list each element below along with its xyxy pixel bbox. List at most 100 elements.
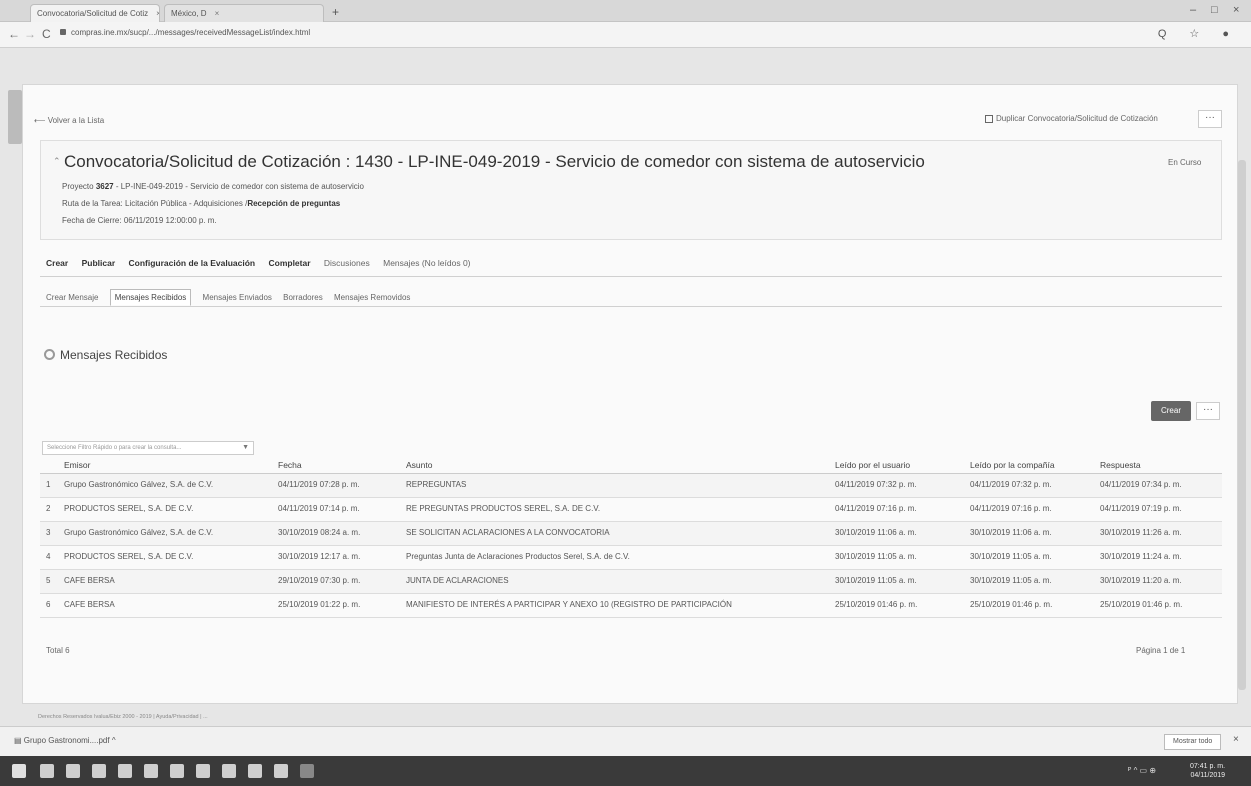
- close-date-label: Fecha de Cierre:: [62, 216, 122, 225]
- new-tab-button[interactable]: +: [332, 5, 339, 19]
- address-bar-icons[interactable]: Q ☆ ●: [1158, 27, 1239, 40]
- store-icon[interactable]: [144, 764, 158, 778]
- side-panel-handle[interactable]: [8, 90, 22, 144]
- chrome-icon[interactable]: [248, 764, 262, 778]
- maximize-button[interactable]: □: [1211, 4, 1218, 16]
- cell-emisor: PRODUCTOS SEREL, S.A. DE C.V.: [64, 552, 194, 561]
- column-header-leido-usuario[interactable]: Leído por el usuario: [835, 460, 910, 470]
- tab-mensajes[interactable]: Mensajes (No leídos 0): [383, 258, 470, 268]
- tab-close-icon[interactable]: ×: [156, 9, 159, 18]
- mail-icon[interactable]: [170, 764, 184, 778]
- messages-table: Emisor Fecha Asunto Leído por el usuario…: [40, 456, 1222, 618]
- cell-emisor: CAFE BERSA: [64, 576, 115, 585]
- route-value: Licitación Pública - Adquisiciones /: [125, 199, 248, 208]
- tab-configuracion-evaluacion[interactable]: Configuración de la Evaluación: [129, 258, 256, 268]
- project-label: Proyecto: [62, 182, 94, 191]
- reload-icon[interactable]: C: [42, 27, 51, 41]
- cell-asunto[interactable]: MANIFIESTO DE INTERÉS A PARTICIPAR Y ANE…: [406, 600, 732, 609]
- cell-leido-compania: 30/10/2019 11:05 a. m.: [970, 552, 1052, 561]
- cell-respuesta: 30/10/2019 11:24 a. m.: [1100, 552, 1182, 561]
- cell-asunto[interactable]: REPREGUNTAS: [406, 480, 466, 489]
- column-header-fecha[interactable]: Fecha: [278, 460, 302, 470]
- tab-close-icon[interactable]: ×: [215, 9, 220, 18]
- quick-filter-select[interactable]: Seleccione Filtro Rápido o para crear la…: [42, 441, 254, 455]
- tab-completar[interactable]: Completar: [268, 258, 310, 268]
- column-header-asunto[interactable]: Asunto: [406, 460, 432, 470]
- clock-date: 04/11/2019: [1190, 772, 1226, 779]
- app-icon[interactable]: [274, 764, 288, 778]
- create-message-button[interactable]: Crear: [1151, 401, 1191, 421]
- table-body: 1 Grupo Gastronómico Gálvez, S.A. de C.V.…: [40, 474, 1222, 618]
- clock[interactable]: 07:41 p. m. 04/11/2019: [1190, 762, 1225, 780]
- table-row[interactable]: 1 Grupo Gastronómico Gálvez, S.A. de C.V.…: [40, 474, 1222, 498]
- column-header-leido-compania[interactable]: Leído por la compañía: [970, 460, 1055, 470]
- system-tray[interactable]: ᴾ ^ ▭ ⊕: [1128, 766, 1156, 775]
- subtab-mensajes-enviados[interactable]: Mensajes Enviados: [203, 293, 272, 302]
- table-row[interactable]: 2 PRODUCTOS SEREL, S.A. DE C.V. 04/11/2019…: [40, 498, 1222, 522]
- total-count: Total 6: [46, 646, 70, 655]
- scrollbar[interactable]: [1238, 160, 1246, 690]
- windows-start-icon[interactable]: [12, 764, 26, 778]
- table-row[interactable]: 3 Grupo Gastronómico Gálvez, S.A. de C.V.…: [40, 522, 1222, 546]
- show-all-button[interactable]: Mostrar todo: [1164, 734, 1222, 750]
- search-icon[interactable]: [40, 764, 54, 778]
- close-downloads-icon[interactable]: ×: [1233, 734, 1239, 745]
- browser-tab-active[interactable]: Convocatoria/Solicitud de Cotiz ×: [30, 4, 160, 22]
- cell-respuesta: 04/11/2019 07:19 p. m.: [1100, 504, 1182, 513]
- url-field[interactable]: compras.ine.mx/sucp/.../messages/receive…: [60, 28, 310, 37]
- download-filename: Grupo Gastronomi....pdf: [23, 736, 110, 745]
- active-app-icon[interactable]: [300, 764, 314, 778]
- more-actions-button[interactable]: ···: [1198, 110, 1222, 128]
- taskbar: ᴾ ^ ▭ ⊕ 07:41 p. m. 04/11/2019: [0, 756, 1251, 786]
- app-icon[interactable]: [222, 764, 236, 778]
- row-index: 6: [46, 600, 51, 609]
- gear-icon: [44, 349, 55, 360]
- file-explorer-icon[interactable]: [118, 764, 132, 778]
- table-row[interactable]: 6 CAFE BERSA 25/10/2019 01:22 p. m. MANIFIE…: [40, 594, 1222, 618]
- cell-fecha: 29/10/2019 07:30 p. m.: [278, 576, 361, 585]
- subtab-crear-mensaje[interactable]: Crear Mensaje: [46, 293, 98, 302]
- cell-emisor: Grupo Gastronómico Gálvez, S.A. de C.V.: [64, 528, 214, 537]
- cell-asunto[interactable]: SE SOLICITAN ACLARACIONES A LA CONVOCATO…: [406, 528, 610, 537]
- cell-asunto[interactable]: JUNTA DE ACLARACIONES: [406, 576, 509, 585]
- close-window-button[interactable]: ×: [1233, 4, 1239, 16]
- cell-leido-usuario: 04/11/2019 07:16 p. m.: [835, 504, 917, 513]
- cell-emisor: CAFE BERSA: [64, 600, 115, 609]
- clock-time: 07:41 p. m.: [1190, 763, 1226, 770]
- tab-crear[interactable]: Crear: [46, 258, 68, 268]
- task-route-line: Ruta de la Tarea: Licitación Pública - A…: [62, 199, 340, 208]
- table-row[interactable]: 5 CAFE BERSA 29/10/2019 07:30 p. m. JUNTA D…: [40, 570, 1222, 594]
- row-index: 4: [46, 552, 51, 561]
- duplicate-link[interactable]: Duplicar Convocatoria/Solicitud de Cotiz…: [985, 114, 1158, 123]
- cell-asunto[interactable]: Preguntas Junta de Aclaraciones Producto…: [406, 552, 630, 561]
- project-id[interactable]: 3627: [96, 182, 114, 191]
- cell-asunto[interactable]: RE PREGUNTAS PRODUCTOS SEREL, S.A. DE C.…: [406, 504, 600, 513]
- pagination[interactable]: Página 1 de 1: [1136, 646, 1185, 655]
- edge-browser-icon[interactable]: [92, 764, 106, 778]
- cell-fecha: 30/10/2019 08:24 a. m.: [278, 528, 361, 537]
- app-icon[interactable]: [196, 764, 210, 778]
- collapse-caret-icon[interactable]: ⌃: [53, 156, 61, 167]
- tab-publicar[interactable]: Publicar: [82, 258, 116, 268]
- column-header-respuesta[interactable]: Respuesta: [1100, 460, 1141, 470]
- cell-leido-compania: 30/10/2019 11:06 a. m.: [970, 528, 1052, 537]
- browser-tab[interactable]: México, D ×: [164, 4, 324, 22]
- back-arrow-icon[interactable]: ←: [8, 27, 20, 41]
- minimize-button[interactable]: –: [1190, 4, 1196, 16]
- download-item[interactable]: ▤ Grupo Gastronomi....pdf ^: [14, 736, 116, 745]
- table-row[interactable]: 4 PRODUCTOS SEREL, S.A. DE C.V. 30/10/2019…: [40, 546, 1222, 570]
- cell-respuesta: 30/10/2019 11:26 a. m.: [1100, 528, 1182, 537]
- tab-strip: Convocatoria/Solicitud de Cotiz × México,…: [0, 0, 1251, 22]
- more-options-button[interactable]: ···: [1196, 402, 1220, 420]
- forward-arrow-icon[interactable]: →: [24, 27, 36, 41]
- chevron-up-icon[interactable]: ^: [110, 736, 116, 745]
- tab-discusiones[interactable]: Discusiones: [324, 258, 370, 268]
- task-view-icon[interactable]: [66, 764, 80, 778]
- back-to-list-link[interactable]: ⟵ Volver a la Lista: [34, 116, 104, 125]
- subtab-borradores[interactable]: Borradores: [283, 293, 323, 302]
- table-header: Emisor Fecha Asunto Leído por el usuario…: [40, 456, 1222, 474]
- row-index: 1: [46, 480, 51, 489]
- column-header-emisor[interactable]: Emisor: [64, 460, 90, 470]
- subtab-mensajes-removidos[interactable]: Mensajes Removidos: [334, 293, 410, 302]
- subtab-mensajes-recibidos[interactable]: Mensajes Recibidos: [109, 289, 192, 306]
